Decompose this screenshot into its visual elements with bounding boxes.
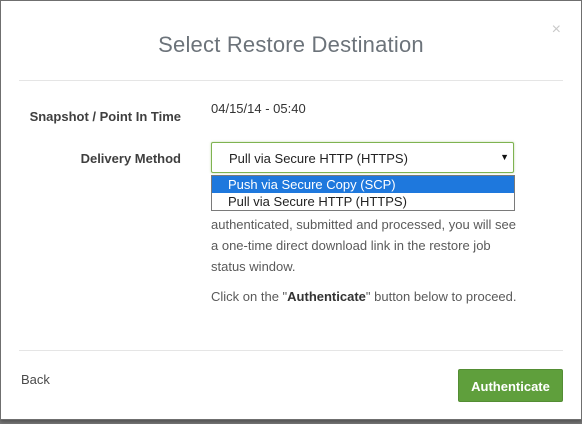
snapshot-label: Snapshot / Point In Time [29,109,181,124]
delivery-method-select[interactable]: Pull via Secure HTTP (HTTPS) ▼ [211,142,514,173]
delivery-method-options: Push via Secure Copy (SCP) Pull via Secu… [211,175,515,211]
delivery-method-selected-value: Pull via Secure HTTP (HTTPS) [229,151,408,166]
authenticate-button[interactable]: Authenticate [458,369,563,402]
snapshot-value: 04/15/14 - 05:40 [211,101,306,116]
note-prefix: Click on the " [211,289,288,304]
restore-destination-dialog: × Select Restore Destination Snapshot / … [0,0,582,420]
footer-divider [19,350,563,351]
note-suffix: " button below to proceed. [365,289,517,304]
option-push-scp[interactable]: Push via Secure Copy (SCP) [212,176,514,193]
delivery-description: authenticated, submitted and processed, … [211,217,516,274]
dialog-title: Select Restore Destination [158,32,424,57]
delivery-method-label: Delivery Method [80,151,181,166]
option-pull-https[interactable]: Pull via Secure HTTP (HTTPS) [212,193,514,210]
authenticate-instruction: Click on the "Authenticate" button below… [211,286,521,307]
header-divider [19,80,563,81]
dropdown-arrow-icon: ▼ [500,152,509,162]
back-link[interactable]: Back [21,372,50,387]
note-bold-authenticate: Authenticate [287,289,366,304]
